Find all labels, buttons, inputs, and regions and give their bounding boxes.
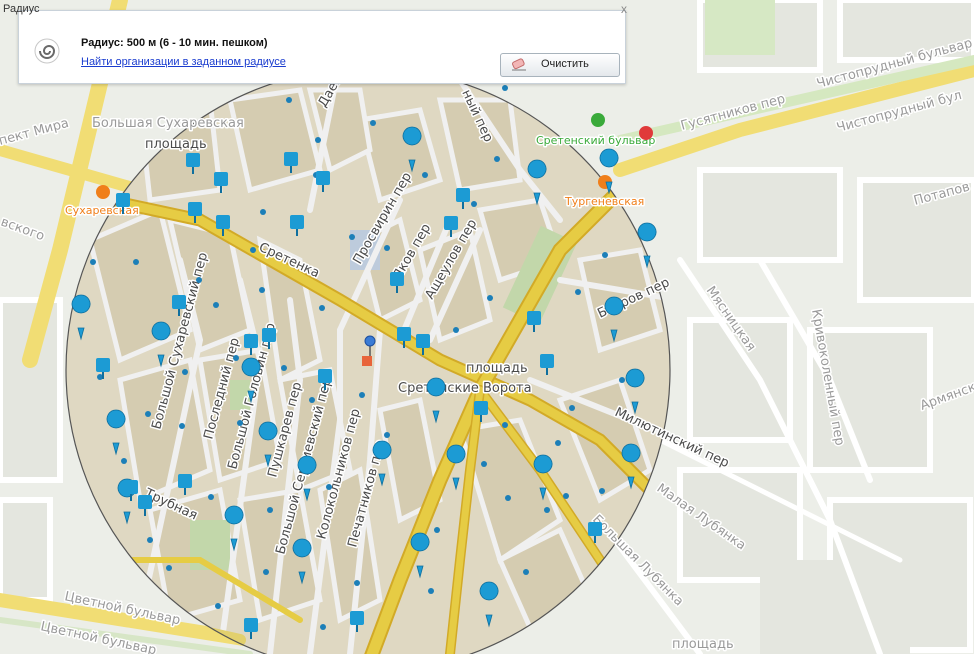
find-organizations-link[interactable]: Найти организации в заданном радиусе [81,56,286,68]
close-icon[interactable]: x [621,2,627,16]
metro-label: Тургеневская [564,195,644,208]
street-label: Большая Сухаревская [92,116,244,131]
clear-button[interactable]: Очистить [500,53,620,77]
metro-icon[interactable] [639,126,653,140]
radius-panel: Радиус x Радиус: 500 м (6 - 10 мин. пешк… [3,2,627,84]
eraser-icon [512,58,526,71]
radius-text: Радиус: 500 м (6 - 10 мин. пешком) [81,37,268,49]
metro-label: Сретенский бульвар [536,134,655,147]
square-label: площадь [672,637,734,652]
clear-button-label: Очистить [541,58,589,70]
metro-icon[interactable] [96,185,110,199]
square-label: площадь [466,361,528,376]
square-label: Сретенские Ворота [398,381,532,396]
map-canvas[interactable]: Большая Сухаревская площадь пект Мира Су… [0,0,974,654]
panel-title: Радиус [3,3,40,15]
street-label: площадь [145,137,207,152]
spiral-icon [34,38,60,64]
metro-icon[interactable] [591,113,605,127]
